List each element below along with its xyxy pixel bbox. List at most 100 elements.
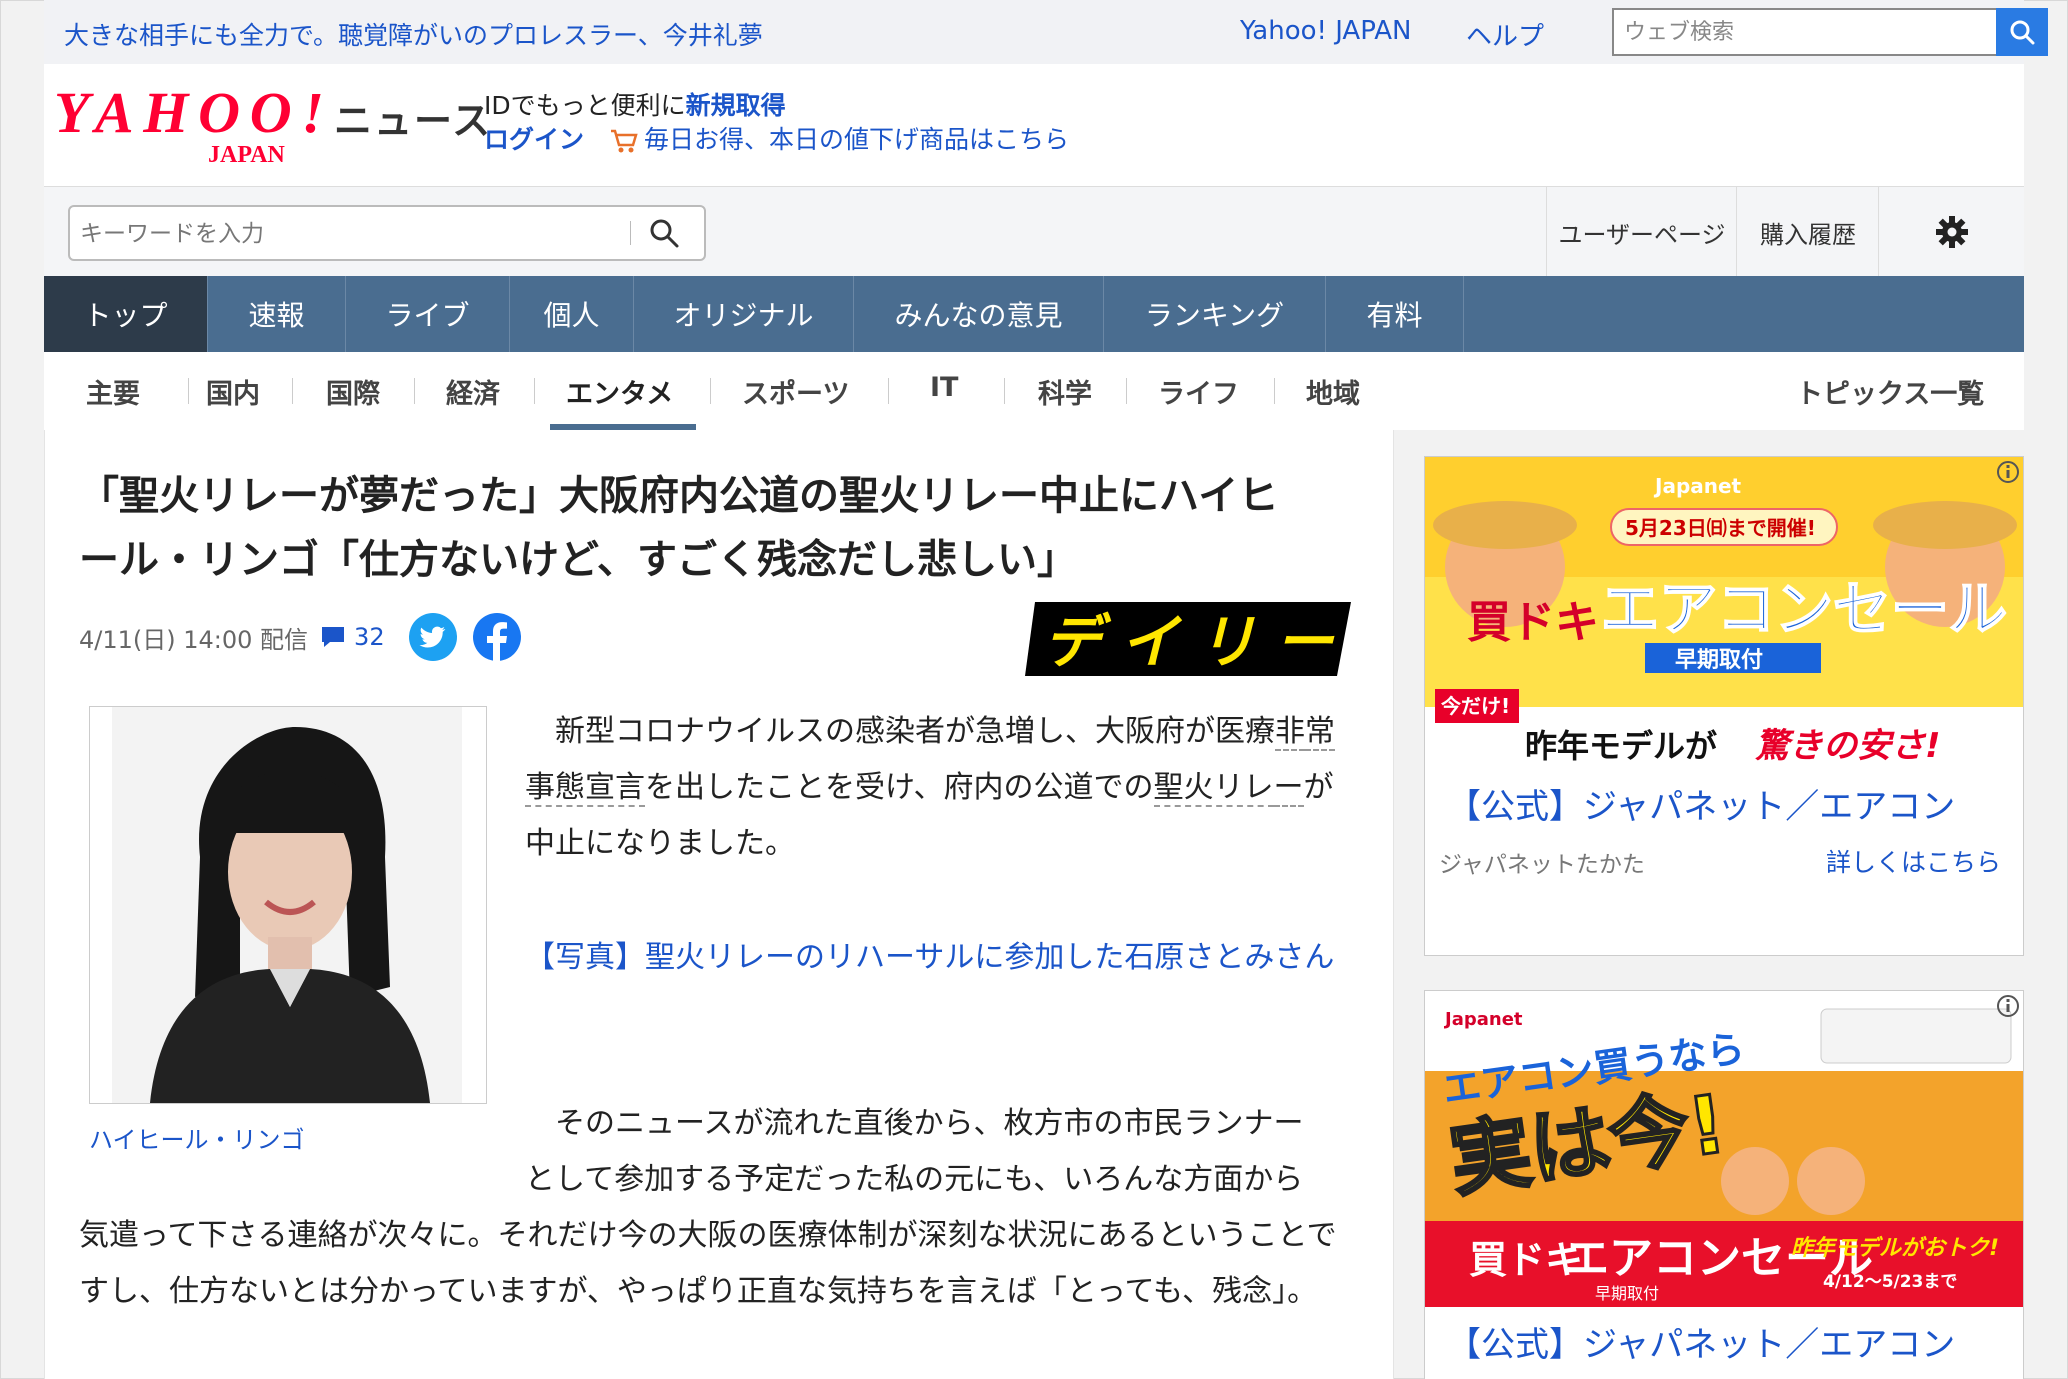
photo-link[interactable]: 【写真】聖火リレーのリハーサルに参加した石原さとみさん — [525, 930, 1355, 986]
web-search-button[interactable] — [1996, 8, 2048, 56]
category-divider — [292, 378, 293, 404]
category-divider — [1274, 378, 1275, 404]
category-life[interactable]: ライフ — [1158, 372, 1239, 411]
svg-text:昨年モデルがおトク!: 昨年モデルがおトク! — [1791, 1235, 1999, 1261]
svg-text:早期取付: 早期取付 — [1595, 1284, 1659, 1303]
help-link[interactable]: ヘルプ — [1466, 16, 1544, 53]
keyword-search-box — [68, 205, 706, 261]
svg-text:Japanet: Japanet — [1443, 1009, 1523, 1030]
deal-link[interactable]: 毎日お得、本日の値下げ商品はこちら — [644, 125, 1069, 154]
category-science[interactable]: 科学 — [1038, 372, 1092, 411]
category-main[interactable]: 主要 — [86, 372, 140, 411]
nav-live[interactable]: ライブ — [346, 276, 510, 352]
facebook-icon[interactable] — [472, 613, 521, 661]
svg-text:早期取付: 早期取付 — [1675, 648, 1763, 673]
nav-original[interactable]: オリジナル — [634, 276, 854, 352]
comment-icon[interactable] — [320, 625, 346, 649]
category-sports[interactable]: スポーツ — [742, 372, 849, 411]
svg-text:Japanet: Japanet — [1653, 474, 1742, 498]
search-row: ユーザーページ 購入履歴 — [44, 186, 2024, 277]
nav-ranking[interactable]: ランキング — [1104, 276, 1326, 352]
category-nav: 主要 国内 国際 経済 エンタメ スポーツ IT 科学 ライフ 地域 トピックス… — [44, 352, 2024, 430]
svg-text:YAHOO!: YAHOO! — [54, 84, 324, 145]
news-label[interactable]: ニュース — [334, 90, 492, 145]
svg-text:昨年モデルが: 昨年モデルが — [1525, 727, 1717, 765]
ad-japanet-2[interactable]: Japanet エアコン買うなら 実は今! 買ドキ エアコンセール 早期取付 昨… — [1424, 990, 2024, 1379]
category-entertainment[interactable]: エンタメ — [566, 372, 673, 411]
svg-text:4/12～5/23まで: 4/12～5/23まで — [1823, 1272, 1957, 1292]
nav-paid[interactable]: 有料 — [1326, 276, 1464, 352]
category-domestic[interactable]: 国内 — [206, 372, 260, 411]
category-economy[interactable]: 経済 — [446, 372, 500, 411]
gear-icon — [1936, 216, 1968, 248]
login-link[interactable]: ログイン — [484, 125, 584, 154]
nav-opinions[interactable]: みんなの意見 — [854, 276, 1104, 352]
top-strip: 大きな相手にも全力で。聴覚障がいのプロレスラー、今井礼夢 Yahoo! JAPA… — [44, 0, 2048, 64]
category-divider — [710, 378, 711, 404]
svg-text:今だけ!: 今だけ! — [1441, 694, 1510, 718]
login-line: ログイン 毎日お得、本日の値下げ商品はこちら — [484, 120, 1069, 156]
user-page-link[interactable]: ユーザーページ — [1546, 187, 1737, 277]
ad-details-link[interactable]: 詳しくはこちら — [1826, 843, 2001, 879]
ad-title[interactable]: 【公式】ジャパネット／エアコン — [1447, 1317, 1955, 1366]
ad-sponsor: ジャパネットたかた — [1439, 852, 1645, 878]
main-nav: トップ 速報 ライブ 個人 オリジナル みんなの意見 ランキング 有料 — [44, 276, 2024, 352]
topics-list-link[interactable]: トピックス一覧 — [1796, 372, 1984, 411]
yahoo-japan-link[interactable]: Yahoo! JAPAN — [1240, 16, 1411, 46]
category-region[interactable]: 地域 — [1306, 372, 1360, 411]
search-icon — [2010, 20, 2035, 45]
category-international[interactable]: 国際 — [326, 372, 380, 411]
nav-individual[interactable]: 個人 — [510, 276, 634, 352]
article-paragraph-2-line-1: そのニュースが流れた直後から、枚方市の市民ランナー — [555, 1106, 1304, 1141]
site-header: YAHOO! JAPAN ニュース IDでもっと便利に新規取得 ログイン 毎日お… — [44, 64, 2024, 186]
svg-text:買ドキ: 買ドキ — [1467, 597, 1599, 648]
category-divider — [534, 378, 535, 404]
search-divider — [630, 221, 631, 245]
purchase-history-link[interactable]: 購入履歴 — [1736, 187, 1879, 277]
svg-text:驚きの安さ!: 驚きの安さ! — [1755, 726, 1941, 766]
category-divider — [188, 378, 189, 404]
ad-info-icon[interactable] — [1995, 459, 2021, 485]
article-date: 4/11(日) 14:00 配信 — [79, 625, 309, 654]
web-search-input[interactable] — [1614, 10, 1996, 54]
category-divider — [888, 378, 889, 404]
ad-japanet-1[interactable]: Japanet 5月23日㈰まで開催! 買ドキ エアコンセール 早期取付 今だけ… — [1424, 456, 2024, 956]
svg-text:JAPAN: JAPAN — [208, 142, 286, 164]
photo-caption[interactable]: ハイヒール・リンゴ — [89, 1120, 305, 1155]
person-photo — [112, 707, 462, 1103]
cart-icon — [610, 129, 638, 153]
article: 「聖火リレーが夢だった」大阪府内公道の聖火リレー中止にハイヒ ール・リンゴ「仕方… — [44, 430, 1394, 1379]
category-divider — [1126, 378, 1127, 404]
ad-banner-1[interactable]: Japanet 5月23日㈰まで開催! 買ドキ エアコンセール 早期取付 今だけ… — [1425, 457, 2023, 769]
category-divider — [1004, 378, 1005, 404]
category-it[interactable]: IT — [930, 372, 958, 403]
yahoo-japan-logo[interactable]: YAHOO! JAPAN — [54, 84, 344, 164]
settings-button[interactable] — [1878, 187, 2025, 277]
ad-info-icon[interactable] — [1995, 993, 2021, 1019]
twitter-icon[interactable] — [408, 613, 457, 661]
article-paragraph-2-line-2: として参加する予定だった私の元にも、いろんな方面から — [525, 1162, 1304, 1197]
article-paragraph-2-rest: 気遣って下さる連絡が次々に。それだけ今の大阪の医療体制が深刻な状況にあるというこ… — [79, 1218, 1337, 1309]
nav-top[interactable]: トップ — [44, 276, 208, 352]
article-title: 「聖火リレーが夢だった」大阪府内公道の聖火リレー中止にハイヒ ール・リンゴ「仕方… — [79, 473, 1279, 583]
article-photo[interactable] — [89, 706, 487, 1104]
id-promo-line: IDでもっと便利に新規取得 — [484, 91, 786, 120]
ad-title[interactable]: 【公式】ジャパネット／エアコン — [1447, 779, 1955, 828]
keyword-link[interactable]: 聖火リレ — [1153, 770, 1274, 807]
comment-count[interactable]: 32 — [354, 623, 385, 651]
category-divider — [414, 378, 415, 404]
signup-link[interactable]: 新規取得 — [686, 91, 786, 120]
keyword-input[interactable] — [70, 207, 642, 261]
nav-breaking[interactable]: 速報 — [208, 276, 346, 352]
ad-banner-2[interactable]: Japanet エアコン買うなら 実は今! 買ドキ エアコンセール 早期取付 昨… — [1425, 991, 2023, 1307]
search-icon[interactable] — [648, 217, 680, 249]
article-paragraph-1: 新型コロナウイルスの感染者が急増し、大阪府が医療非常事態宣言を出したことを受け、… — [525, 714, 1335, 861]
daily-sports-logo[interactable]: デイリー — [1025, 596, 1351, 682]
keyword-link[interactable]: ー — [1273, 770, 1304, 807]
promo-link[interactable]: 大きな相手にも全力で。聴覚障がいのプロレスラー、今井礼夢 — [64, 16, 763, 52]
svg-text:エアコンセール: エアコンセール — [1601, 575, 2007, 643]
svg-text:5月23日㈰まで開催!: 5月23日㈰まで開催! — [1625, 516, 1816, 540]
keyword-link[interactable]: 非 — [1275, 714, 1305, 751]
web-search-box — [1612, 8, 2048, 56]
article-meta: 4/11(日) 14:00 配信 32 — [79, 613, 521, 661]
